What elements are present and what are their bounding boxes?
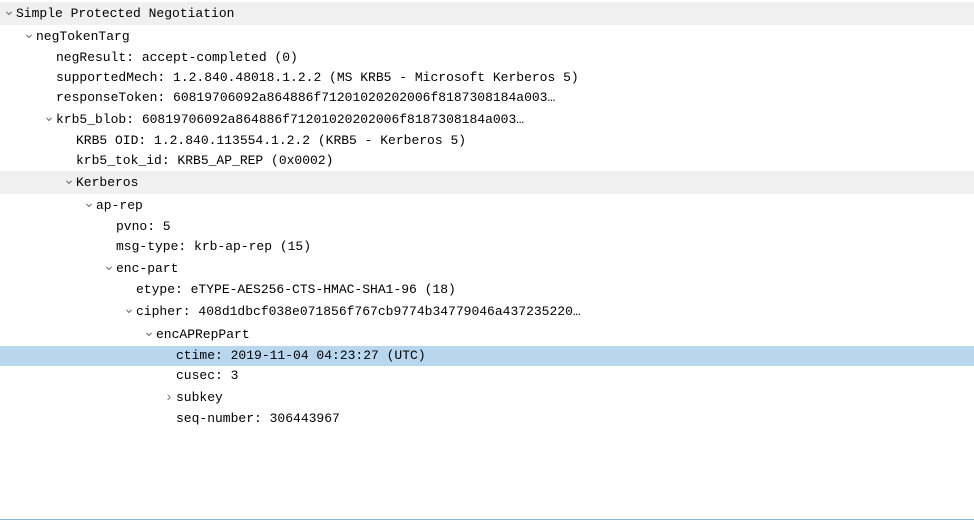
chevron-down-icon[interactable] bbox=[22, 25, 36, 48]
tree-label: negTokenTarg bbox=[36, 27, 130, 47]
tree-row-msgtype[interactable]: msg-type: krb-ap-rep (15) bbox=[0, 237, 974, 257]
chevron-right-icon[interactable] bbox=[162, 386, 176, 409]
tree-label: krb5_blob: 60819706092a864886f7120102020… bbox=[56, 110, 524, 130]
tree-label: KRB5 OID: 1.2.840.113554.1.2.2 (KRB5 - K… bbox=[76, 131, 466, 151]
tree-label: ctime: 2019-11-04 04:23:27 (UTC) bbox=[176, 346, 426, 366]
tree-row-seqnumber[interactable]: seq-number: 306443967 bbox=[0, 409, 974, 429]
tree-label: pvno: 5 bbox=[116, 217, 171, 237]
tree-row-encpart[interactable]: enc-part bbox=[0, 257, 974, 280]
tree-row-cusec[interactable]: cusec: 3 bbox=[0, 366, 974, 386]
tree-label: Simple Protected Negotiation bbox=[16, 4, 234, 24]
tree-row-pvno[interactable]: pvno: 5 bbox=[0, 217, 974, 237]
chevron-down-icon[interactable] bbox=[2, 2, 16, 25]
chevron-down-icon[interactable] bbox=[82, 194, 96, 217]
tree-label: responseToken: 60819706092a864886f712010… bbox=[56, 88, 555, 108]
tree-row-responsetoken[interactable]: responseToken: 60819706092a864886f712010… bbox=[0, 88, 974, 108]
tree-label: seq-number: 306443967 bbox=[176, 409, 340, 429]
tree-label: supportedMech: 1.2.840.48018.1.2.2 (MS K… bbox=[56, 68, 579, 88]
tree-label: ap-rep bbox=[96, 196, 143, 216]
tree-row-root[interactable]: Simple Protected Negotiation bbox=[0, 2, 974, 25]
chevron-down-icon[interactable] bbox=[102, 257, 116, 280]
tree-row-krb5blob[interactable]: krb5_blob: 60819706092a864886f7120102020… bbox=[0, 108, 974, 131]
divider bbox=[0, 519, 974, 520]
tree-label: negResult: accept-completed (0) bbox=[56, 48, 298, 68]
tree-label: krb5_tok_id: KRB5_AP_REP (0x0002) bbox=[76, 151, 333, 171]
tree-row-krb5oid[interactable]: KRB5 OID: 1.2.840.113554.1.2.2 (KRB5 - K… bbox=[0, 131, 974, 151]
tree-row-supportedmech[interactable]: supportedMech: 1.2.840.48018.1.2.2 (MS K… bbox=[0, 68, 974, 88]
tree-row-aprep[interactable]: ap-rep bbox=[0, 194, 974, 217]
tree-label: etype: eTYPE-AES256-CTS-HMAC-SHA1-96 (18… bbox=[136, 280, 456, 300]
tree-label: msg-type: krb-ap-rep (15) bbox=[116, 237, 311, 257]
tree-label: cusec: 3 bbox=[176, 366, 238, 386]
chevron-down-icon[interactable] bbox=[142, 323, 156, 346]
chevron-down-icon[interactable] bbox=[42, 108, 56, 131]
tree-label: enc-part bbox=[116, 259, 178, 279]
tree-row-kerberos[interactable]: Kerberos bbox=[0, 171, 974, 194]
chevron-down-icon[interactable] bbox=[122, 300, 136, 323]
tree-row-subkey[interactable]: subkey bbox=[0, 386, 974, 409]
tree-label: subkey bbox=[176, 388, 223, 408]
chevron-down-icon[interactable] bbox=[62, 171, 76, 194]
tree-row-cipher[interactable]: cipher: 408d1dbcf038e071856f767cb9774b34… bbox=[0, 300, 974, 323]
tree-label: cipher: 408d1dbcf038e071856f767cb9774b34… bbox=[136, 302, 581, 322]
tree-row-negresult[interactable]: negResult: accept-completed (0) bbox=[0, 48, 974, 68]
packet-tree: Simple Protected Negotiation negTokenTar… bbox=[0, 0, 974, 431]
tree-label: encAPRepPart bbox=[156, 325, 250, 345]
tree-label: Kerberos bbox=[76, 173, 138, 193]
tree-row-encapreppart[interactable]: encAPRepPart bbox=[0, 323, 974, 346]
tree-row-ctime[interactable]: ctime: 2019-11-04 04:23:27 (UTC) bbox=[0, 346, 974, 366]
tree-row-negtokentarg[interactable]: negTokenTarg bbox=[0, 25, 974, 48]
tree-row-krb5tokid[interactable]: krb5_tok_id: KRB5_AP_REP (0x0002) bbox=[0, 151, 974, 171]
tree-row-etype[interactable]: etype: eTYPE-AES256-CTS-HMAC-SHA1-96 (18… bbox=[0, 280, 974, 300]
